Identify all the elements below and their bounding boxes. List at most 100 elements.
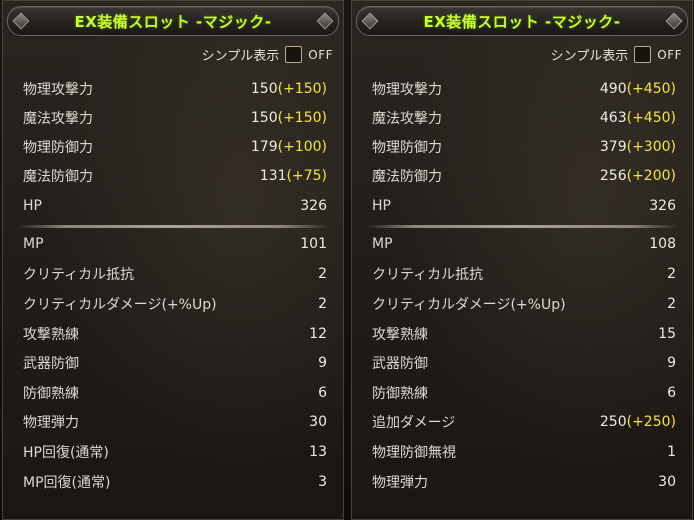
stat-value: 3 [318, 474, 327, 490]
checkbox-icon[interactable] [634, 46, 652, 63]
stat-value: 9 [318, 355, 327, 371]
stat-label: 追加ダメージ [372, 415, 456, 431]
stat-value: 1 [667, 444, 676, 460]
stat-value: 2 [667, 296, 676, 312]
stat-value-group: 2 [667, 266, 676, 282]
stat-label: クリティカルダメージ(+%Up) [372, 297, 566, 313]
stat-bonus: (+150) [277, 110, 327, 126]
simple-display-toggle[interactable]: シンプル表示 OFF [551, 45, 682, 64]
stat-value-group: 150(+150) [251, 81, 327, 97]
stat-label: MP回復(通常) [23, 475, 111, 491]
stat-value: 490 [599, 81, 627, 97]
stat-value-group: 131(+75) [260, 168, 327, 184]
stat-row: クリティカルダメージ(+%Up) 2 [372, 293, 676, 315]
stat-value-group: 9 [318, 355, 327, 371]
panel-titlebar: EX装備スロット -マジック- [7, 6, 339, 36]
stat-value-group: 326 [300, 198, 327, 214]
stat-value-group: 2 [318, 296, 327, 312]
stat-value: 30 [309, 414, 327, 430]
stat-value-group: 15 [658, 326, 676, 342]
stat-value: 15 [658, 326, 676, 342]
stat-bonus: (+200) [626, 168, 676, 184]
ex-slot-panel-left: EX装備スロット -マジック- シンプル表示 OFF 物理攻撃力 150(+150… [2, 0, 344, 520]
stat-label: クリティカルダメージ(+%Up) [23, 297, 217, 313]
stat-value: 30 [658, 474, 676, 490]
stat-value: 101 [300, 236, 327, 252]
stat-value-group: 101 [300, 236, 327, 252]
title-knob-icon [12, 12, 30, 30]
stat-value: 12 [309, 326, 327, 342]
stat-label: HP [372, 198, 391, 214]
panel-title: EX装備スロット -マジック- [423, 12, 621, 31]
ex-slot-panel-right: EX装備スロット -マジック- シンプル表示 OFF 物理攻撃力 490(+450… [351, 0, 693, 520]
stat-value: 379 [599, 139, 627, 155]
stat-label: 魔法攻撃力 [372, 111, 442, 127]
stat-bonus: (+150) [277, 81, 327, 97]
simple-display-label: シンプル表示 [201, 49, 280, 64]
simple-display-state: OFF [657, 47, 682, 62]
stat-value: 250 [599, 414, 627, 430]
stat-label: 物理弾力 [372, 475, 428, 491]
stat-label: 物理攻撃力 [372, 82, 442, 98]
stat-label: クリティカル抵抗 [372, 267, 484, 283]
stat-value-group: 179(+100) [251, 139, 327, 155]
stat-label: HP回復(通常) [23, 445, 109, 461]
stat-value-group: 30 [658, 474, 676, 490]
stat-value-group: 150(+150) [251, 110, 327, 126]
stat-label: 魔法攻撃力 [23, 111, 93, 127]
stat-value: 131 [259, 168, 287, 184]
stat-row: クリティカル抵抗 2 [23, 263, 327, 285]
stat-value: 2 [667, 266, 676, 282]
stat-value: 2 [318, 296, 327, 312]
stat-row: クリティカルダメージ(+%Up) 2 [23, 293, 327, 315]
stat-value: 179 [250, 139, 278, 155]
checkbox-icon[interactable] [285, 46, 303, 63]
stat-label: 物理防御無視 [372, 445, 456, 461]
stat-label: 物理弾力 [23, 415, 79, 431]
stat-label: 防御熟練 [372, 386, 428, 402]
stat-value: 9 [667, 355, 676, 371]
stat-value: 2 [318, 266, 327, 282]
stat-value: 463 [599, 110, 627, 126]
stat-label: 防御熟練 [23, 386, 79, 402]
stat-row: 追加ダメージ 250(+250) [372, 411, 676, 433]
stat-value: 6 [318, 385, 327, 401]
stat-row: 武器防御 9 [372, 352, 676, 374]
stat-value-group: 490(+450) [600, 81, 676, 97]
stat-label: 物理防御力 [372, 140, 442, 156]
stat-bonus: (+450) [626, 110, 676, 126]
stat-row: 武器防御 9 [23, 352, 327, 374]
stat-value-group: 326 [649, 198, 676, 214]
stat-row: 物理攻撃力 150(+150) [23, 78, 327, 100]
stat-label: 魔法防御力 [23, 169, 93, 185]
stat-value: 108 [649, 236, 676, 252]
stat-label: クリティカル抵抗 [23, 267, 135, 283]
stat-row: 物理攻撃力 490(+450) [372, 78, 676, 100]
stat-value-group: 13 [309, 444, 327, 460]
stat-value: 13 [309, 444, 327, 460]
title-knob-icon [361, 12, 379, 30]
stat-row: 魔法攻撃力 463(+450) [372, 107, 676, 129]
stat-label: 魔法防御力 [372, 169, 442, 185]
screen: EX装備スロット -マジック- シンプル表示 OFF 物理攻撃力 150(+150… [0, 0, 694, 520]
stat-label: 武器防御 [23, 356, 79, 372]
stat-row: 攻撃熟練 15 [372, 323, 676, 345]
title-knob-icon [665, 12, 683, 30]
stat-row: 防御熟練 6 [23, 382, 327, 404]
stat-row: 物理防御無視 1 [372, 441, 676, 463]
stat-value-group: 379(+300) [600, 139, 676, 155]
stat-value-group: 108 [649, 236, 676, 252]
title-knob-icon [316, 12, 334, 30]
stat-label: 物理防御力 [23, 140, 93, 156]
simple-display-toggle[interactable]: シンプル表示 OFF [202, 45, 333, 64]
stat-value-group: 250(+250) [600, 414, 676, 430]
stat-label: 攻撃熟練 [23, 327, 79, 343]
stat-value: 150 [250, 81, 278, 97]
stat-value-group: 463(+450) [600, 110, 676, 126]
simple-display-label: シンプル表示 [550, 49, 629, 64]
stat-value-group: 3 [318, 474, 327, 490]
stat-value: 256 [599, 168, 627, 184]
stat-row: MP 108 [372, 233, 676, 255]
stat-divider [366, 225, 678, 228]
stat-row: MP 101 [23, 233, 327, 255]
